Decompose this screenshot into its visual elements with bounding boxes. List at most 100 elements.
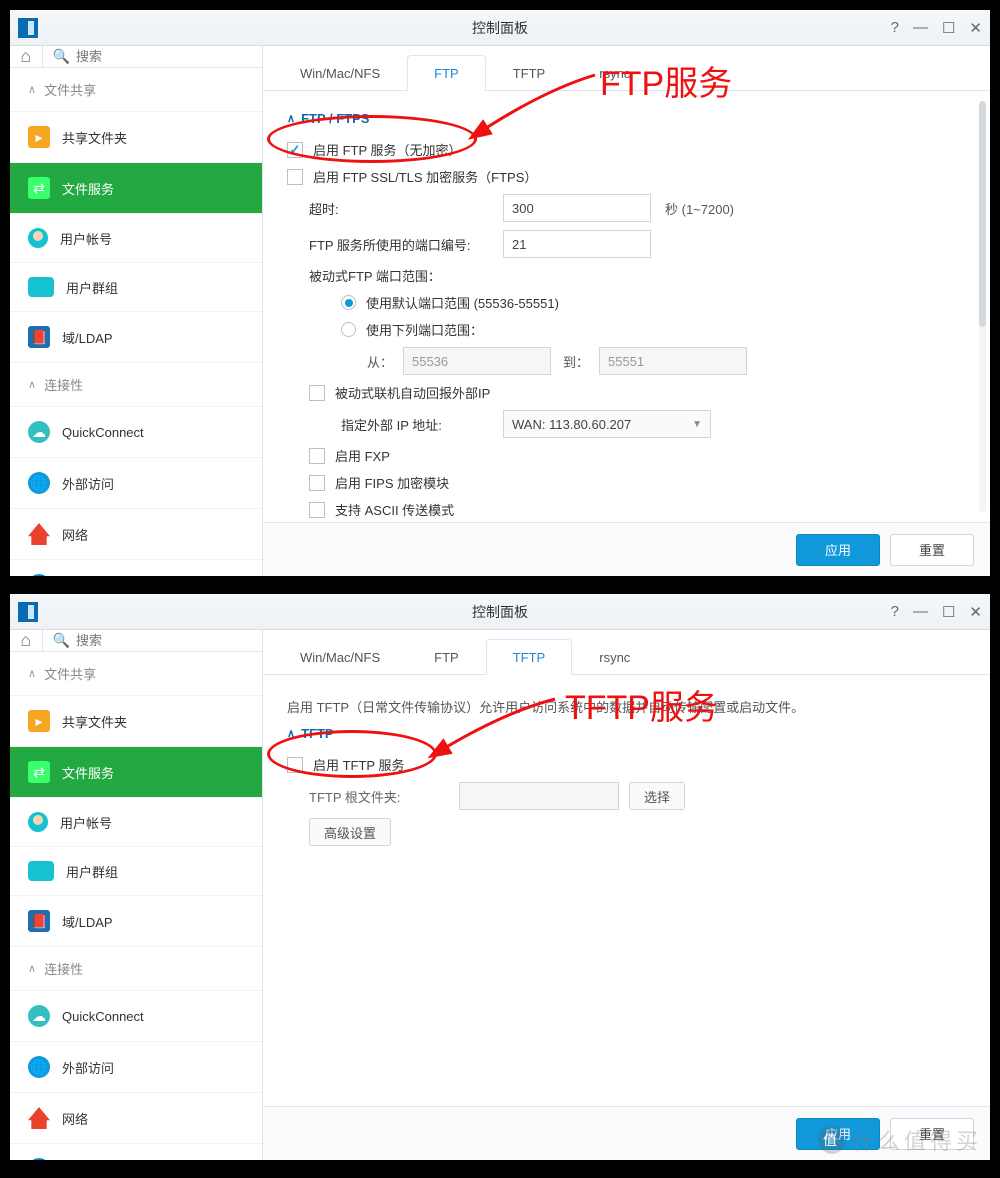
close-icon[interactable]: ✕ [969, 19, 982, 37]
home-button[interactable]: ⌂ [10, 630, 43, 651]
sidebar-item-file-services[interactable]: ⇄文件服务 [10, 163, 262, 214]
checkbox-fips[interactable] [309, 475, 325, 491]
label-to: 到： [561, 352, 589, 371]
input-port-from[interactable] [403, 347, 551, 375]
ldap-icon: 📕 [28, 910, 50, 932]
sidebar-item-dhcp[interactable]: 👤DHCP Server [10, 1144, 262, 1160]
panel-ftp: 控制面板 ? — ☐ ✕ ⌂ 🔍 ∧文件共享 ▸共享文件夹 ⇄文件服务 用户帐号… [5, 5, 995, 581]
window-title: 控制面板 [472, 602, 528, 622]
sidebar-item-external[interactable]: 🌐外部访问 [10, 1042, 262, 1093]
app-icon [18, 18, 38, 38]
input-timeout[interactable] [503, 194, 651, 222]
label-ext-ip: 指定外部 IP 地址: [341, 415, 493, 434]
sidebar-item-file-services[interactable]: ⇄文件服务 [10, 747, 262, 798]
sidebar-item-ldap[interactable]: 📕域/LDAP [10, 896, 262, 947]
sidebar-item-user[interactable]: 用户帐号 [10, 798, 262, 847]
sidebar-item-group[interactable]: 用户群组 [10, 263, 262, 312]
close-icon[interactable]: ✕ [969, 603, 982, 621]
label-timeout: 超时: [309, 199, 493, 218]
tab-tftp[interactable]: TFTP [486, 639, 573, 675]
checkbox-enable-ftps[interactable] [287, 169, 303, 185]
watermark-text: 什么值得买 [852, 1124, 982, 1156]
sidebar-item-quickconnect[interactable]: ☁QuickConnect [10, 407, 262, 458]
tab-rsync[interactable]: rsync [572, 639, 657, 675]
sidebar-item-dhcp[interactable]: 👤DHCP Server [10, 560, 262, 576]
dhcp-icon: 👤 [28, 1158, 50, 1160]
annotation-text-ftp: FTP服务 [600, 56, 732, 105]
select-button[interactable]: 选择 [629, 782, 685, 810]
annotation-text-tftp: TFTP服务 [565, 680, 718, 729]
tab-winmac[interactable]: Win/Mac/NFS [273, 639, 407, 675]
checkbox-enable-tftp[interactable] [287, 757, 303, 773]
watermark-badge: 值 [818, 1126, 846, 1154]
checkbox-passive-ext-ip[interactable] [309, 385, 325, 401]
label-passive-ext-ip: 被动式联机自动回报外部IP [335, 383, 490, 402]
file-service-icon: ⇄ [28, 177, 50, 199]
folder-icon: ▸ [28, 126, 50, 148]
section-connectivity[interactable]: ∧连接性 [10, 947, 262, 991]
dropdown-ext-ip[interactable]: WAN: 113.80.60.207▼ [503, 410, 711, 438]
apply-button[interactable]: 应用 [796, 534, 880, 566]
label-custom-range: 使用下列端口范围： [366, 320, 483, 339]
advanced-button[interactable]: 高级设置 [309, 818, 391, 846]
group-icon [28, 861, 54, 881]
search-icon: 🔍 [53, 632, 70, 649]
section-ftp-ftps[interactable]: ∧FTP / FTPS [287, 111, 966, 126]
checkbox-ascii[interactable] [309, 502, 325, 518]
tab-ftp[interactable]: FTP [407, 55, 486, 91]
sidebar-item-group[interactable]: 用户群组 [10, 847, 262, 896]
section-file-sharing[interactable]: ∧文件共享 [10, 68, 262, 112]
user-icon [28, 812, 48, 832]
sidebar-item-shared-folder[interactable]: ▸共享文件夹 [10, 112, 262, 163]
sidebar-item-shared-folder[interactable]: ▸共享文件夹 [10, 696, 262, 747]
scrollbar-thumb[interactable] [979, 101, 986, 327]
quickconnect-icon: ☁ [28, 1005, 50, 1027]
help-icon[interactable]: ? [891, 603, 899, 621]
maximize-icon[interactable]: ☐ [942, 19, 955, 37]
tab-tftp[interactable]: TFTP [486, 55, 573, 91]
search-input[interactable] [76, 633, 252, 648]
input-port-to[interactable] [599, 347, 747, 375]
label-default-range: 使用默认端口范围 (55536-55551) [366, 293, 559, 312]
tab-ftp[interactable]: FTP [407, 639, 486, 675]
help-icon[interactable]: ? [891, 19, 899, 37]
input-port[interactable] [503, 230, 651, 258]
app-icon [18, 602, 38, 622]
section-connectivity[interactable]: ∧连接性 [10, 363, 262, 407]
sidebar-item-external[interactable]: 🌐外部访问 [10, 458, 262, 509]
input-tftp-root[interactable] [459, 782, 619, 810]
network-icon [28, 1107, 50, 1129]
sidebar-item-user[interactable]: 用户帐号 [10, 214, 262, 263]
titlebar: 控制面板 ? — ☐ ✕ [10, 10, 990, 46]
label-fxp: 启用 FXP [335, 446, 390, 465]
reset-button[interactable]: 重置 [890, 534, 974, 566]
titlebar: 控制面板 ? — ☐ ✕ [10, 594, 990, 630]
sidebar-item-network[interactable]: 网络 [10, 509, 262, 560]
file-service-icon: ⇄ [28, 761, 50, 783]
maximize-icon[interactable]: ☐ [942, 603, 955, 621]
section-file-sharing[interactable]: ∧文件共享 [10, 652, 262, 696]
tab-winmac[interactable]: Win/Mac/NFS [273, 55, 407, 91]
home-button[interactable]: ⌂ [10, 46, 43, 67]
radio-default-range[interactable] [341, 295, 356, 310]
scrollbar[interactable] [979, 101, 986, 512]
globe-icon: 🌐 [28, 472, 50, 494]
label-tftp-root: TFTP 根文件夹: [309, 787, 449, 806]
chevron-down-icon: ▼ [692, 419, 702, 430]
sidebar-item-ldap[interactable]: 📕域/LDAP [10, 312, 262, 363]
content-area: 启用 TFTP（日常文件传输协议）允许用户访问系统中的数据并自动传输配置或启动文… [263, 675, 990, 1106]
group-icon [28, 277, 54, 297]
folder-icon: ▸ [28, 710, 50, 732]
checkbox-fxp[interactable] [309, 448, 325, 464]
checkbox-enable-ftp[interactable] [287, 142, 303, 158]
radio-custom-range[interactable] [341, 322, 356, 337]
sidebar-item-network[interactable]: 网络 [10, 1093, 262, 1144]
minimize-icon[interactable]: — [913, 19, 928, 37]
sidebar-item-quickconnect[interactable]: ☁QuickConnect [10, 991, 262, 1042]
network-icon [28, 523, 50, 545]
panel-tftp: 控制面板 ? — ☐ ✕ ⌂ 🔍 ∧文件共享 ▸共享文件夹 ⇄文件服务 用户帐号… [5, 589, 995, 1165]
label-ascii: 支持 ASCII 传送模式 [335, 500, 454, 519]
minimize-icon[interactable]: — [913, 603, 928, 621]
search-input[interactable] [76, 49, 252, 64]
search-icon: 🔍 [53, 48, 70, 65]
